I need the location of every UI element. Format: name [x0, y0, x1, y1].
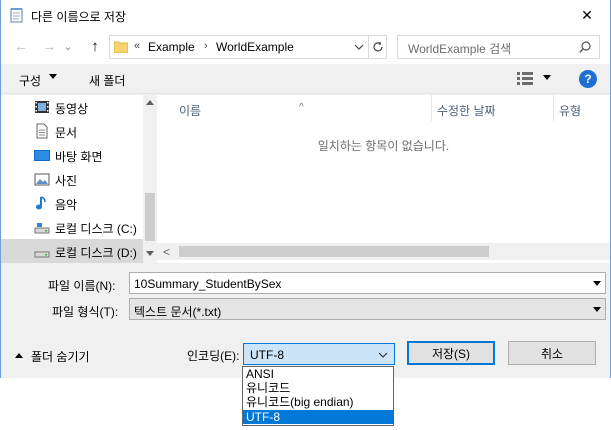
sidebar-item-label: 사진	[55, 174, 78, 188]
empty-message: 일치하는 항목이 없습니다.	[317, 139, 450, 153]
caret-down-icon	[593, 307, 601, 312]
sidebar-item-label: 바탕 화면	[55, 150, 103, 164]
search-placeholder: WorldExample 검색	[408, 42, 512, 56]
column-header-name[interactable]: 이름	[179, 102, 201, 119]
column-divider[interactable]	[431, 95, 432, 121]
up-button[interactable]: ↑	[85, 36, 105, 56]
navigation-bar: ← → ⌄ ↑ « Example › WorldExample WorldEx…	[1, 30, 610, 64]
encoding-select[interactable]: UTF-8	[243, 343, 395, 365]
hide-folders-button[interactable]: 폴더 숨기기	[31, 348, 90, 365]
close-icon: ✕	[581, 6, 593, 23]
chevron-down-icon	[378, 352, 388, 358]
scrollbar-thumb[interactable]	[145, 193, 155, 241]
view-options-icon[interactable]	[517, 72, 533, 85]
save-form: 파일 이름(N): 10Summary_StudentBySex 파일 형식(T…	[1, 263, 610, 378]
refresh-icon	[373, 41, 383, 52]
filename-value: 10Summary_StudentBySex	[134, 277, 282, 291]
sidebar-item-desktop[interactable]: 바탕 화면	[1, 143, 144, 167]
filename-field[interactable]: 10Summary_StudentBySex	[129, 272, 606, 294]
sidebar-item-label: 음악	[55, 198, 78, 212]
sidebar-item-documents[interactable]: 문서	[1, 119, 144, 143]
sidebar-item-music[interactable]: 음악	[1, 191, 144, 215]
encoding-option-utf8[interactable]: UTF-8	[243, 410, 393, 424]
music-icon	[36, 196, 46, 210]
forward-button[interactable]: →	[39, 36, 59, 56]
new-folder-button[interactable]: 새 폴더	[89, 72, 125, 89]
scroll-up-icon[interactable]	[146, 100, 154, 105]
recent-locations-button[interactable]: ⌄	[61, 36, 75, 56]
chevron-down-icon	[354, 44, 364, 50]
encoding-option-unicode-big-endian[interactable]: 유니코드(big endian)	[243, 395, 393, 409]
breadcrumb-separator-icon: ›	[204, 40, 208, 52]
notepad-icon	[10, 8, 23, 23]
address-dropdown-button[interactable]	[350, 36, 368, 58]
column-headers: 이름 ^ 수정한 날짜 유형	[157, 95, 610, 121]
sidebar-scrollbar[interactable]	[143, 95, 157, 263]
video-icon	[35, 101, 49, 113]
caret-down-icon[interactable]	[543, 75, 551, 80]
picture-icon	[34, 173, 50, 186]
caret-down-icon[interactable]	[593, 281, 601, 286]
address-bar[interactable]: « Example › WorldExample	[109, 35, 387, 59]
filetype-select[interactable]: 텍스트 문서(*.txt)	[129, 298, 606, 320]
breadcrumb-overflow[interactable]: «	[134, 40, 140, 52]
column-header-date[interactable]: 수정한 날짜	[437, 102, 496, 119]
sidebar-item-videos[interactable]: 동영상	[1, 95, 144, 119]
column-header-type[interactable]: 유형	[559, 102, 581, 119]
encoding-option-ansi[interactable]: ANSI	[243, 367, 393, 381]
sidebar-item-local-disk-c[interactable]: 로컬 디스크 (C:)	[1, 215, 144, 239]
back-arrow-icon: ←	[14, 38, 28, 54]
sidebar-item-pictures[interactable]: 사진	[1, 167, 144, 191]
scroll-down-icon[interactable]	[146, 251, 154, 256]
folder-icon	[114, 41, 128, 53]
filename-label: 파일 이름(N):	[48, 279, 116, 293]
close-button[interactable]: ✕	[564, 0, 610, 30]
encoding-value: UTF-8	[250, 348, 284, 362]
cancel-button[interactable]: 취소	[508, 341, 596, 365]
refresh-button[interactable]	[368, 36, 387, 58]
back-button[interactable]: ←	[11, 36, 31, 56]
window-title: 다른 이름으로 저장	[31, 10, 126, 24]
sidebar-item-label: 동영상	[55, 102, 89, 116]
sidebar-item-label: 문서	[55, 126, 78, 140]
encoding-dropdown-list: ANSI 유니코드 유니코드(big endian) UTF-8	[242, 366, 394, 426]
help-button[interactable]: ?	[579, 70, 597, 88]
file-list: 이름 ^ 수정한 날짜 유형 일치하는 항목이 없습니다. <	[157, 95, 610, 263]
sidebar-item-label: 로컬 디스크 (D:)	[55, 246, 137, 260]
organize-button[interactable]: 구성	[19, 72, 41, 89]
filetype-value: 텍스트 문서(*.txt)	[134, 305, 222, 319]
horizontal-scrollbar[interactable]: <	[157, 243, 610, 260]
filetype-label: 파일 형식(T):	[52, 305, 119, 319]
scroll-left-icon[interactable]: <	[163, 245, 170, 259]
encoding-label: 인코딩(E):	[187, 349, 240, 363]
up-arrow-icon: ↑	[91, 37, 99, 55]
breadcrumb-item[interactable]: Example	[148, 40, 195, 54]
save-as-dialog: 다른 이름으로 저장 ✕ ← → ⌄ ↑ « Example › WorldEx…	[0, 0, 611, 378]
drive-icon	[34, 251, 50, 258]
search-input[interactable]: WorldExample 검색	[397, 35, 600, 59]
drive-icon	[34, 223, 50, 234]
save-button[interactable]: 저장(S)	[407, 341, 495, 365]
title-bar: 다른 이름으로 저장 ✕	[1, 0, 610, 30]
encoding-option-unicode[interactable]: 유니코드	[243, 381, 393, 395]
desktop-icon	[34, 150, 50, 161]
sort-indicator-icon: ^	[299, 102, 304, 113]
sidebar-item-local-disk-d[interactable]: 로컬 디스크 (D:)	[1, 239, 144, 263]
scrollbar-thumb[interactable]	[179, 246, 489, 257]
forward-arrow-icon: →	[42, 38, 56, 54]
chevron-down-icon: ⌄	[63, 40, 73, 53]
command-toolbar: 구성 새 폴더 ?	[1, 64, 610, 94]
column-divider[interactable]	[553, 95, 554, 121]
caret-down-icon	[49, 74, 57, 79]
document-icon	[36, 123, 48, 139]
caret-up-icon	[15, 353, 23, 358]
search-icon	[579, 41, 591, 53]
breadcrumb-item[interactable]: WorldExample	[216, 40, 294, 54]
sidebar-item-label: 로컬 디스크 (C:)	[55, 222, 137, 236]
navigation-pane: 동영상 문서 바탕 화면 사진 음악 로컬 디스크 (C:) 로컬 디스크 (D…	[1, 95, 157, 263]
